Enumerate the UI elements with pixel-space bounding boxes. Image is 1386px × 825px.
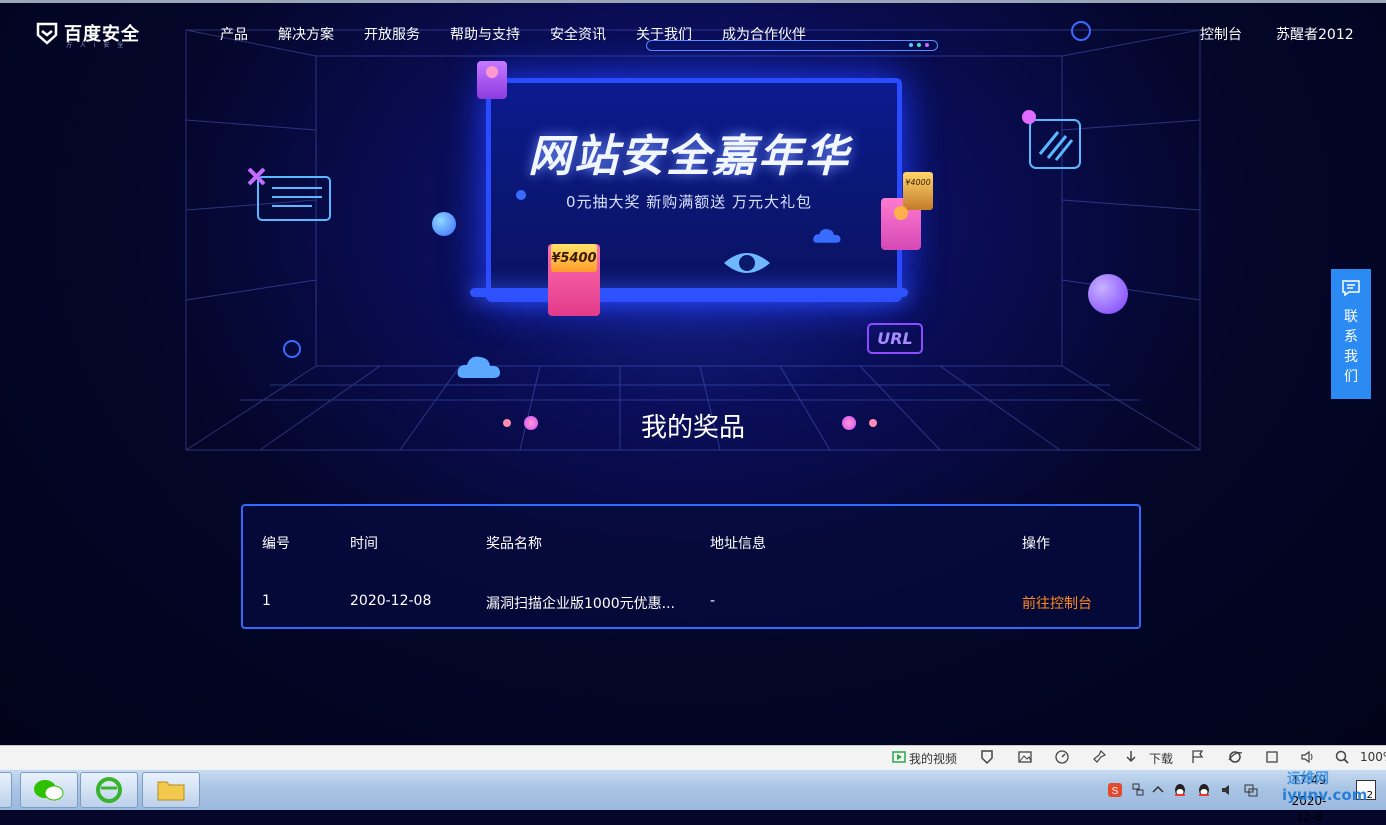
pin-icon[interactable] (1091, 749, 1107, 765)
network-icon[interactable] (1243, 782, 1259, 798)
prize-table: 编号 时间 奖品名称 地址信息 操作 1 2020-12-08 漏洞扫描企业版1… (241, 504, 1141, 629)
browser-status-bar: 我的视频 下载 100% (0, 745, 1386, 770)
contact-us-button[interactable]: 联系我们 (1331, 269, 1371, 399)
ring-decoration (1071, 21, 1091, 41)
orb-decoration (516, 190, 526, 200)
title-dot-right (869, 419, 877, 427)
nav-help-support[interactable]: 帮助与支持 (450, 24, 520, 44)
nav-solutions[interactable]: 解决方案 (278, 24, 334, 44)
nav-open-services[interactable]: 开放服务 (364, 24, 420, 44)
table-header-time: 时间 (350, 536, 378, 552)
cloud-icon (813, 229, 841, 243)
zoom-level[interactable]: 100% (1360, 750, 1386, 764)
web-page: 百度安全 万 人 i 安 全 产品 解决方案 开放服务 帮助与支持 安全资讯 关… (0, 0, 1386, 745)
speaker-icon[interactable] (1220, 782, 1236, 798)
orb-decoration (1088, 274, 1128, 314)
taskbar-explorer[interactable] (142, 772, 200, 808)
my-videos-button[interactable]: 我的视频 (909, 750, 957, 767)
orb-decoration (432, 212, 456, 236)
cloud-icon (457, 356, 500, 378)
coupon-value-side: ¥4000 (903, 172, 933, 210)
chat-bubble-icon (1342, 280, 1360, 297)
start-button[interactable] (0, 772, 12, 808)
download-icon[interactable] (1123, 749, 1139, 765)
url-badge: URL (867, 323, 923, 354)
striped-card-icon (1029, 119, 1081, 169)
wechat-icon (34, 780, 64, 801)
logo-subtext: 万 人 i 安 全 (66, 42, 127, 49)
browser-icon (96, 777, 122, 803)
watermark-line1: 运维网 (1287, 771, 1329, 787)
shield-icon[interactable] (979, 749, 995, 765)
table-cell-time: 2020-12-08 (350, 593, 432, 609)
nav-products[interactable]: 产品 (220, 24, 248, 44)
coupon-value-main: ¥5400 (551, 244, 597, 272)
svg-text:S: S (1112, 786, 1119, 797)
flag-icon[interactable] (1190, 749, 1206, 765)
zoom-icon[interactable] (1334, 749, 1350, 765)
eye-icon (724, 253, 770, 273)
nav-glow-bar (646, 40, 938, 51)
table-cell-address: - (710, 593, 716, 609)
speed-icon[interactable] (1054, 749, 1070, 765)
document-card-icon (247, 167, 331, 221)
table-header-address: 地址信息 (710, 536, 766, 552)
baidu-security-logo[interactable]: 百度安全 万 人 i 安 全 (36, 18, 140, 49)
banner-screen-base (470, 288, 908, 297)
banner-subtitle: 0元抽大奖 新购满额送 万元大礼包 (565, 193, 813, 211)
nav-security-news[interactable]: 安全资讯 (550, 24, 606, 44)
banner-title: 网站安全嘉年华 (528, 131, 850, 182)
ie-icon[interactable] (1227, 749, 1243, 765)
table-cell-prize-name: 漏洞扫描企业版1000元优惠... (486, 596, 675, 612)
table-header-action: 操作 (1022, 536, 1050, 552)
taskbar-wechat[interactable] (20, 772, 78, 808)
sogou-input-icon[interactable]: S (1107, 782, 1123, 798)
keyboard-icon[interactable] (1130, 782, 1146, 798)
folder-icon (157, 781, 185, 801)
shield-logo-icon (36, 22, 58, 45)
envelope-seal-icon (486, 66, 498, 78)
title-dot-right (842, 416, 856, 430)
qq-icon[interactable] (1196, 782, 1212, 798)
qq-icon[interactable] (1172, 782, 1188, 798)
nav-user-name[interactable]: 苏醒者2012 (1276, 24, 1354, 44)
ring-decoration (283, 340, 301, 358)
watermark-line2: iyunv.com (1282, 786, 1368, 804)
video-icon (892, 751, 906, 763)
orb-decoration (1022, 110, 1036, 124)
nav-console[interactable]: 控制台 (1200, 24, 1242, 44)
window-icon[interactable] (1264, 749, 1280, 765)
windows-taskbar: S 17:49 2020-12-8 2 (0, 769, 1386, 824)
table-header-id: 编号 (262, 536, 290, 552)
coupon-seal-icon (894, 206, 908, 220)
download-label[interactable]: 下载 (1149, 750, 1173, 767)
image-icon[interactable] (1017, 749, 1033, 765)
volume-icon[interactable] (1300, 749, 1316, 765)
taskbar-browser[interactable] (80, 772, 138, 808)
table-cell-id: 1 (262, 593, 271, 609)
tray-expand-icon[interactable] (1150, 782, 1166, 798)
table-header-prize-name: 奖品名称 (486, 536, 542, 552)
section-title-my-prizes: 我的奖品 (640, 413, 745, 443)
contact-us-label: 联系我们 (1344, 309, 1358, 385)
go-to-console-link[interactable]: 前往控制台 (1022, 593, 1092, 613)
